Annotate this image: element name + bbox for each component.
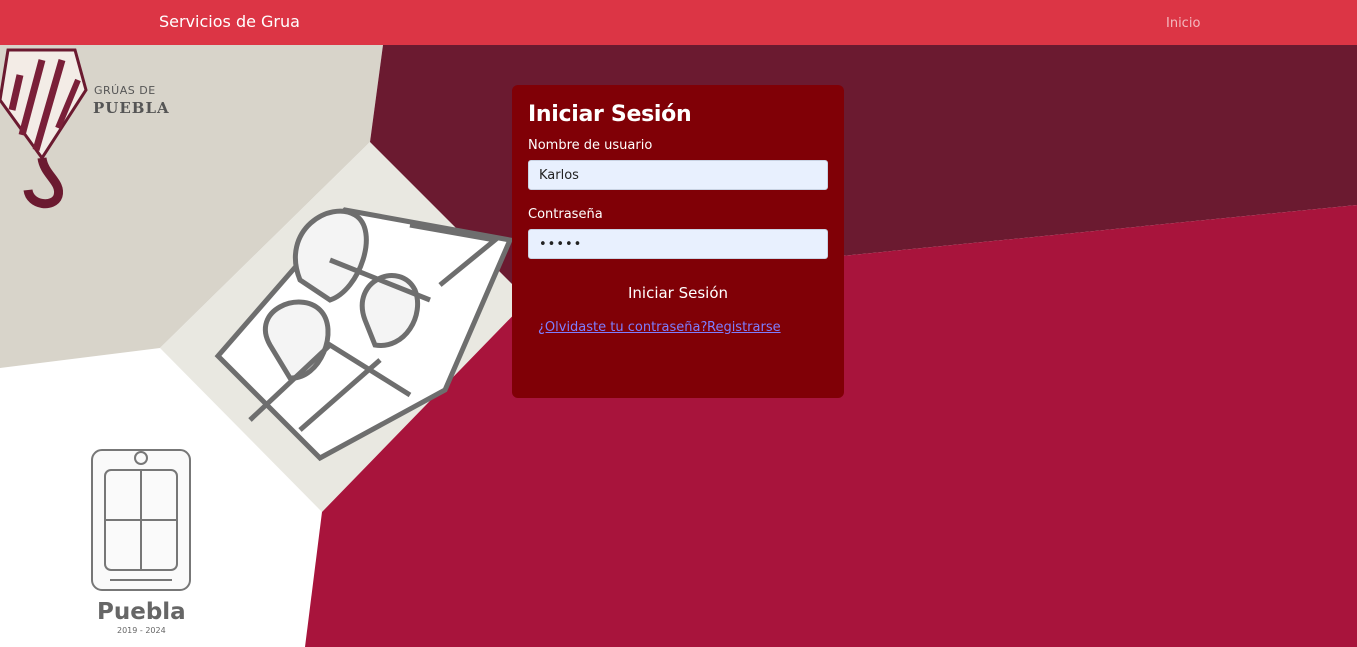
forgot-password-link[interactable]: ¿Olvidaste tu contraseña?: [538, 320, 707, 335]
login-card: Iniciar Sesión Nombre de usuario Contras…: [512, 85, 844, 398]
username-input[interactable]: [528, 160, 828, 190]
username-label: Nombre de usuario: [528, 138, 653, 153]
login-title: Iniciar Sesión: [528, 102, 692, 127]
password-input[interactable]: [528, 229, 828, 259]
nav-link-inicio[interactable]: Inicio: [1166, 16, 1200, 31]
page: GRÚAS DE PUEBLA Puebla 2019 - 2024 Servi…: [0, 0, 1357, 647]
password-label: Contraseña: [528, 207, 603, 222]
register-link[interactable]: Registrarse: [707, 320, 781, 335]
emblem-title: Puebla: [97, 599, 186, 625]
brand-link[interactable]: Servicios de Grua: [159, 12, 300, 31]
top-navbar: Servicios de Grua Inicio: [0, 0, 1357, 45]
logo-text-gruas: GRÚAS DE: [94, 84, 156, 97]
puebla-coat-of-arms-icon: [91, 449, 191, 591]
emblem-years: 2019 - 2024: [117, 626, 166, 635]
login-submit-button[interactable]: Iniciar Sesión: [528, 280, 828, 306]
logo-text-puebla: PUEBLA: [93, 99, 170, 117]
